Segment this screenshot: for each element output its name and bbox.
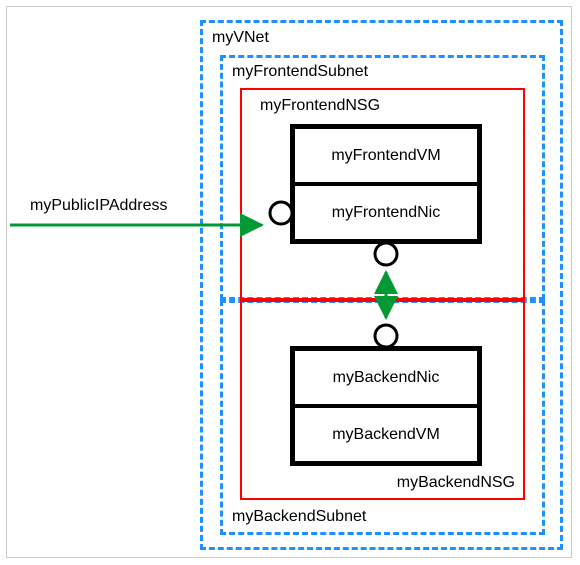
backend-nic-port-top [375, 325, 397, 347]
frontend-nic-port-bottom [375, 243, 397, 265]
arrows-overlay [0, 0, 580, 565]
frontend-nic-port-left [270, 202, 292, 224]
diagram-stage: myVNet myFrontendSubnet myBackendSubnet … [0, 0, 580, 565]
